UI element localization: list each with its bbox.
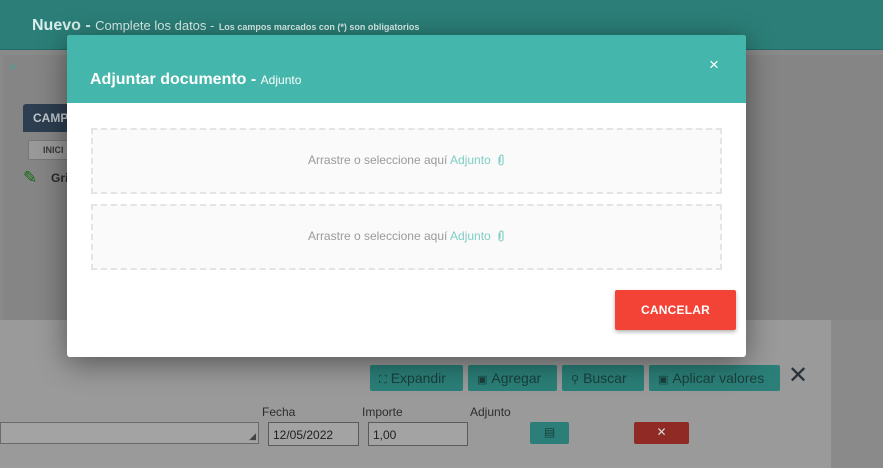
delete-row-button[interactable]: ✕ — [634, 422, 689, 444]
add-label: Agregar — [491, 370, 542, 386]
file-icon: ▣ — [658, 374, 669, 386]
page-title: Nuevo - Complete los datos - Los campos … — [32, 17, 419, 35]
close-icon[interactable]: × — [704, 55, 724, 75]
dropzone-prompt: Arrastre o seleccione aquí — [307, 153, 448, 167]
dropzone-link[interactable]: Adjunto — [450, 229, 491, 243]
page-title-main: Nuevo - — [32, 17, 91, 34]
resize-grip-icon[interactable]: ◢ — [249, 431, 256, 442]
paperclip-icon — [497, 154, 505, 169]
expand-label: Expandir — [390, 370, 446, 386]
modal-title-sub: Adjunto — [260, 73, 302, 87]
search-button[interactable]: ⚲ Buscar — [562, 365, 644, 391]
modal-header: Adjuntar documento - Adjunto × — [67, 35, 746, 103]
modal-title-main: Adjuntar documento - — [90, 71, 257, 88]
file-add-icon: ▣ — [477, 374, 488, 386]
fecha-label: Fecha — [262, 405, 296, 419]
paperclip-icon — [497, 230, 505, 245]
importe-label: Importe — [362, 405, 403, 419]
expand-button[interactable]: ⛶ Expandir — [370, 365, 463, 391]
chevron-right-icon[interactable] — [11, 63, 16, 71]
dropzone-link[interactable]: Adjunto — [450, 153, 491, 167]
modal-title: Adjuntar documento - Adjunto — [90, 71, 301, 89]
fecha-input[interactable]: 12/05/2022 — [268, 422, 359, 446]
dropzone-1[interactable]: Arrastre o seleccione aquí Adjunto — [91, 128, 722, 194]
dropzone-prompt: Arrastre o seleccione aquí — [307, 229, 448, 243]
grid-label: Gri — [51, 171, 69, 185]
close-icon[interactable]: ✕ — [788, 364, 808, 388]
dropzone-2[interactable]: Arrastre o seleccione aquí Adjunto — [91, 204, 722, 270]
page-title-sub: Complete los datos - — [95, 18, 215, 33]
add-button[interactable]: ▣ Agregar — [468, 365, 557, 391]
apply-values-button[interactable]: ▣ Aplicar valores — [649, 365, 780, 391]
adjunto-label: Adjunto — [470, 405, 511, 419]
file-icon: ▤ — [543, 425, 556, 439]
attach-document-modal: Adjuntar documento - Adjunto × Arrastre … — [67, 35, 746, 357]
importe-input[interactable]: 1,00 — [368, 422, 468, 446]
search-label: Buscar — [583, 370, 627, 386]
cancel-button[interactable]: CANCELAR — [615, 290, 736, 330]
search-icon: ⚲ — [571, 374, 580, 386]
pencil-icon[interactable]: ✎ — [23, 168, 37, 188]
expand-icon: ⛶ — [379, 374, 387, 386]
description-textarea[interactable]: ◢ — [0, 422, 259, 444]
apply-label: Aplicar valores — [672, 370, 765, 386]
required-note: Los campos marcados con (*) son obligato… — [218, 22, 420, 32]
attach-file-button[interactable]: ▤ — [530, 422, 569, 444]
